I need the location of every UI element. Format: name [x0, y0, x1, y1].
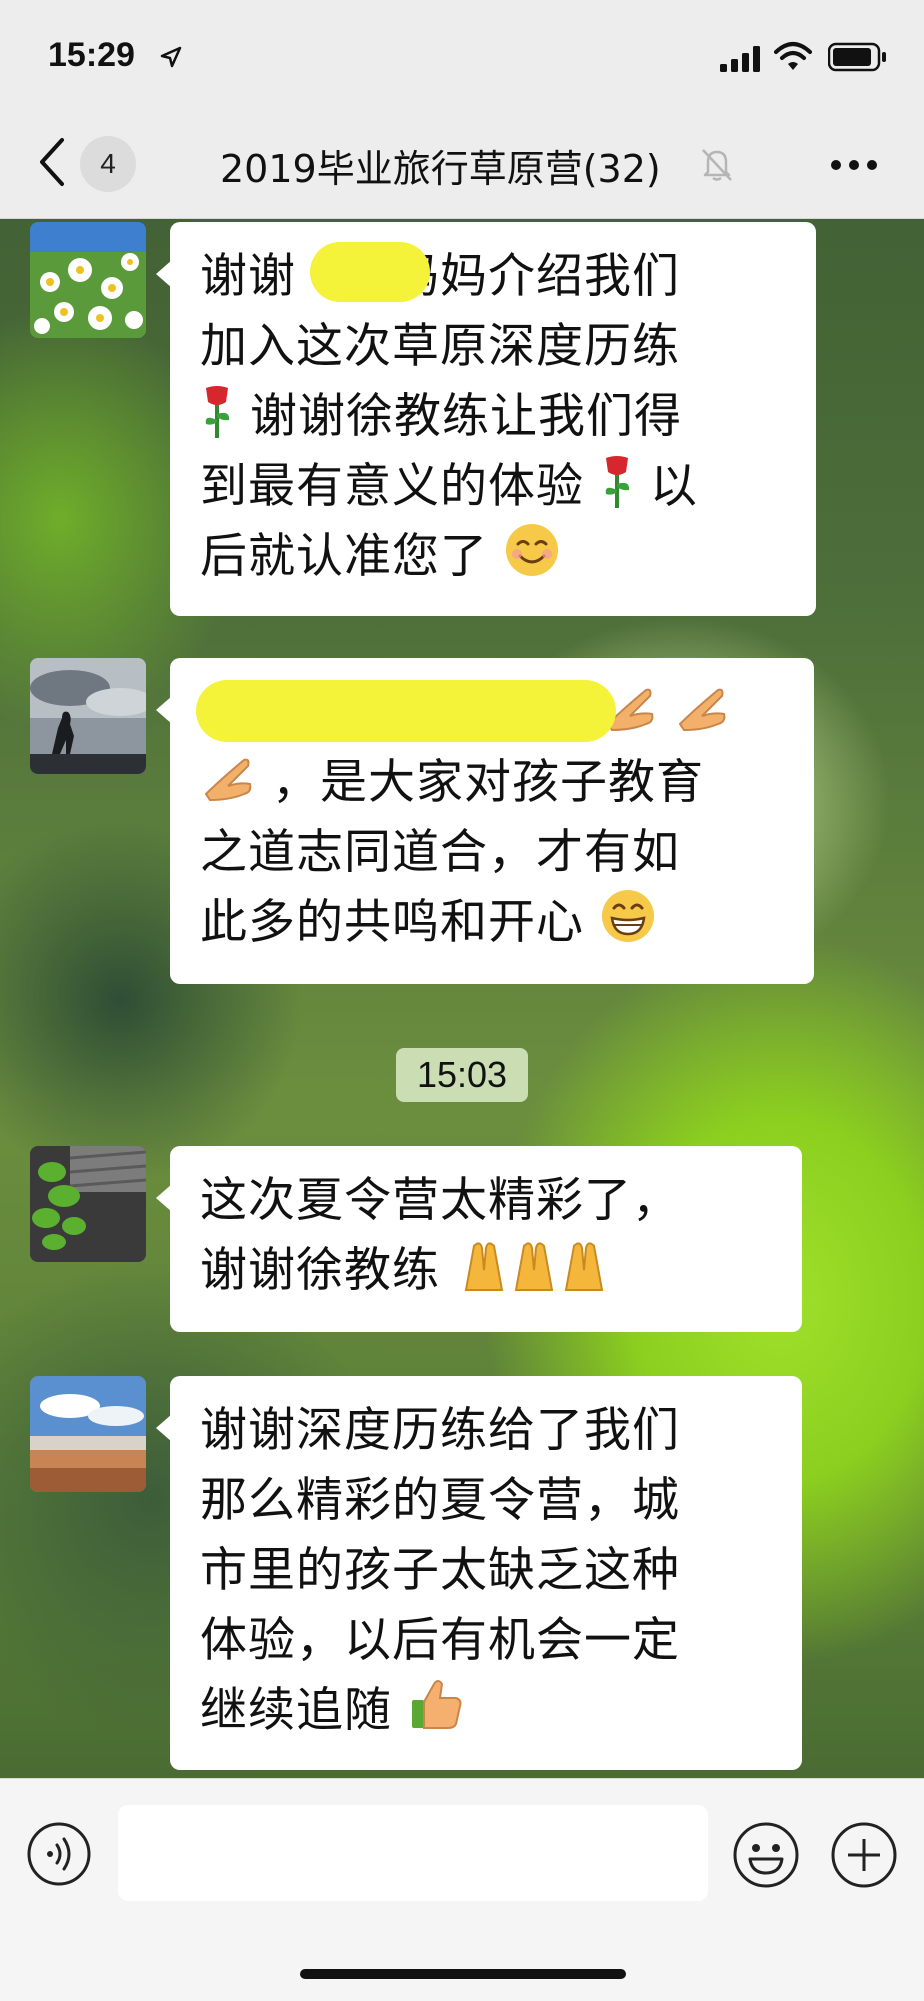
battery-icon [828, 42, 886, 72]
message-bubble[interactable]: ，是大家对孩子教育 之道志同道合，才有如 此多的共鸣和开心 [156, 658, 814, 984]
avatar[interactable] [30, 658, 146, 774]
message-line: 此多的共鸣和开心 [200, 888, 788, 958]
input-bar [0, 1778, 924, 2001]
home-indicator [300, 1969, 626, 1979]
message-line: ，是大家对孩子教育 [200, 748, 788, 818]
avatar-flowers-image [30, 222, 146, 338]
chevron-left-icon[interactable] [36, 136, 66, 188]
message-line: 谢谢徐教练 [200, 1236, 776, 1306]
message-line: 这次夏令营太精彩了， [200, 1173, 680, 1228]
clap-hands-emoji-icon [204, 758, 252, 802]
status-time: 15:29 [48, 36, 135, 74]
timestamp-label: 15:03 [396, 1048, 528, 1102]
more-dots-icon[interactable] [830, 158, 878, 172]
chat-header: 4 2019毕业旅行草原营(32) [0, 110, 924, 219]
plus-icon[interactable] [830, 1821, 898, 1889]
message-line: 谢谢深度历练给了我们 [200, 1403, 680, 1458]
message-line: 体验，以后有机会一定 [200, 1613, 680, 1668]
emoji-icon[interactable] [732, 1821, 800, 1889]
redaction-mark [196, 680, 616, 742]
redaction-mark [310, 242, 430, 302]
unread-badge[interactable]: 4 [80, 136, 136, 192]
grin-emoji-icon [601, 890, 654, 942]
chat-title: 2019毕业旅行草原营(32) [220, 147, 661, 191]
message-line: 市里的孩子太缺乏这种 [200, 1543, 680, 1598]
bell-muted-icon [702, 149, 732, 181]
message-bubble[interactable]: 谢谢深度历练给了我们 那么精彩的夏令营，城 市里的孩子太缺乏这种 体验，以后有机… [156, 1376, 802, 1770]
smile-emoji-icon [505, 524, 558, 576]
avatar-leaves-image [30, 1146, 146, 1262]
message-line: 后就认准您了 [200, 522, 790, 592]
avatar[interactable] [30, 222, 146, 338]
thumbs-up-emoji-icon [411, 1680, 462, 1729]
avatar-landscape-image [30, 1376, 146, 1492]
cellular-signal-icon [720, 46, 760, 72]
rose-emoji-icon [605, 456, 630, 508]
message-line: 谢谢 妈妈介绍我们 [200, 249, 680, 304]
pray-emoji-icon [464, 1242, 604, 1291]
message-line: 那么精彩的夏令营，城 [200, 1473, 680, 1528]
message-input[interactable] [118, 1805, 708, 1901]
message-line: 到最有意义的体验 以 [200, 452, 790, 522]
avatar[interactable] [30, 1376, 146, 1492]
status-bar: 15:29 [0, 0, 924, 110]
wifi-icon [774, 42, 812, 70]
voice-icon[interactable] [26, 1821, 92, 1887]
rose-emoji-icon [205, 386, 230, 438]
message-line: 加入这次草原深度历练 [200, 319, 680, 374]
clap-hands-emoji-icon [678, 688, 726, 732]
message-line: 之道志同道合，才有如 [200, 825, 680, 880]
message-line: 谢谢徐教练让我们得 [200, 382, 790, 452]
message-bubble[interactable]: 谢谢 妈妈介绍我们 加入这次草原深度历练 谢谢徐教练让我们得 到最有意义的体验 以… [156, 222, 816, 616]
avatar[interactable] [30, 1146, 146, 1262]
location-arrow-icon [160, 46, 182, 68]
message-bubble[interactable]: 这次夏令营太精彩了， 谢谢徐教练 [156, 1146, 802, 1332]
avatar-hiker-image [30, 658, 146, 774]
message-line: 继续追随 [200, 1676, 776, 1746]
